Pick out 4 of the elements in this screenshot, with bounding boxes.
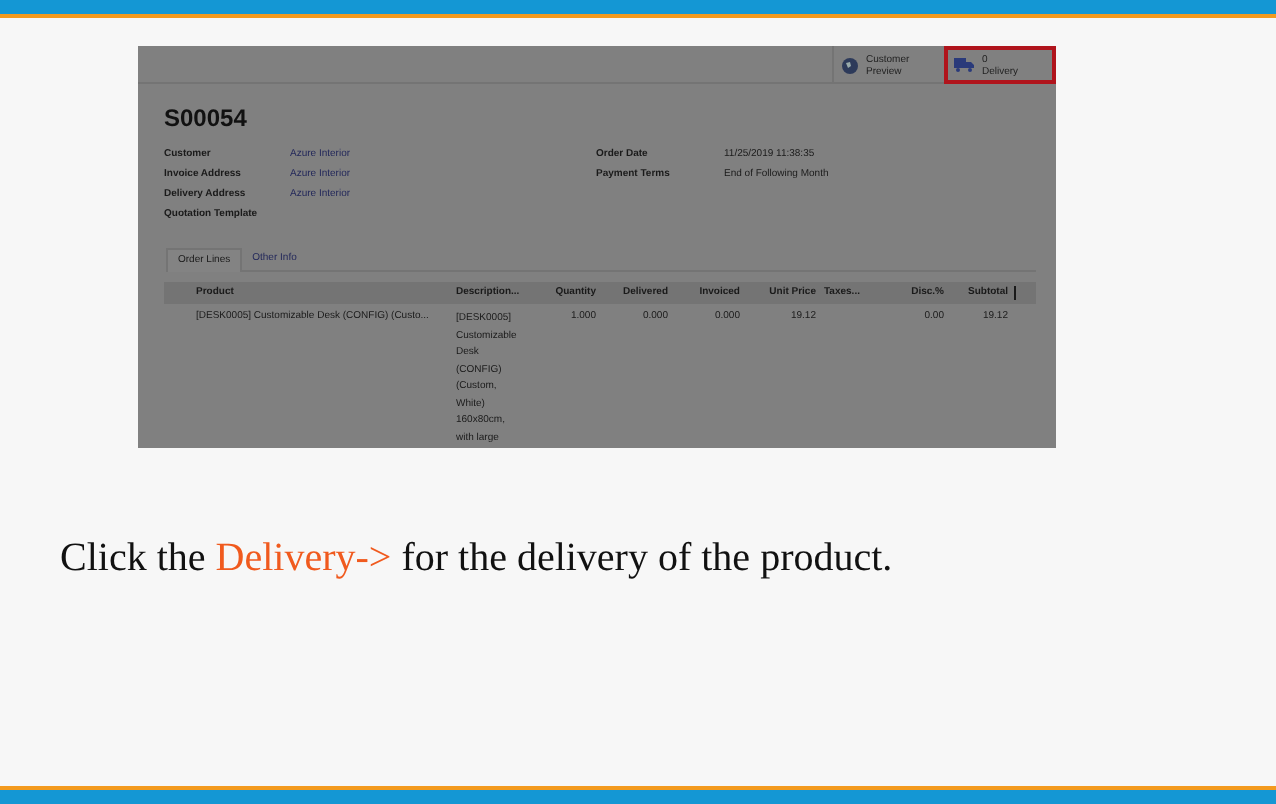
- globe-icon: [842, 57, 858, 73]
- truck-icon: [954, 58, 974, 72]
- order-title: S00054: [164, 104, 247, 132]
- caption-text: Click the Delivery-> for the delivery of the product.: [60, 534, 895, 582]
